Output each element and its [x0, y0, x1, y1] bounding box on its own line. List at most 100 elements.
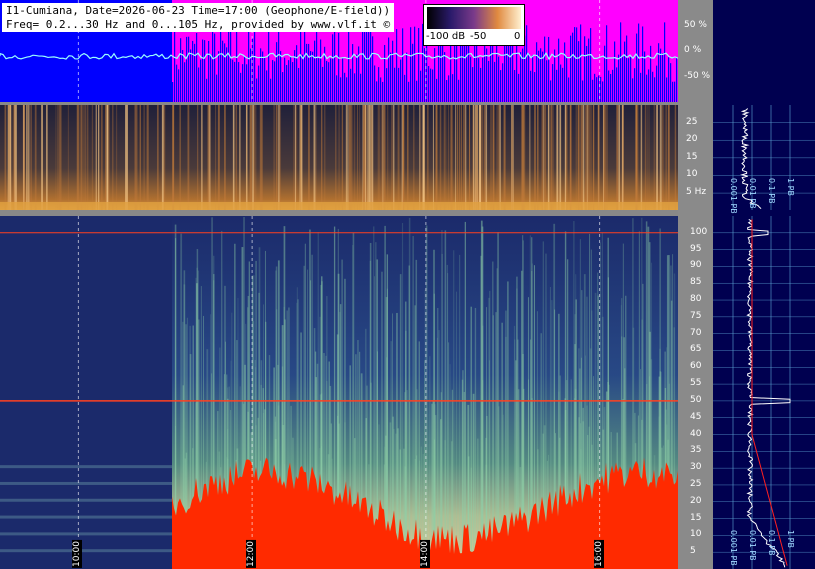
level-bar	[624, 41, 626, 102]
main-tick-label: 20	[690, 495, 702, 506]
level-bar	[344, 72, 346, 102]
low-vertical-streak	[450, 105, 452, 210]
level-bar	[660, 48, 662, 102]
level-bar	[318, 58, 320, 102]
level-bar	[430, 68, 432, 102]
level-bar	[604, 45, 606, 102]
level-bar	[670, 63, 672, 102]
low-vertical-streak	[324, 105, 326, 210]
level-bar	[536, 42, 538, 102]
low-vertical-streak	[544, 105, 547, 210]
level-bar	[408, 81, 410, 102]
level-bar	[326, 60, 328, 102]
level-bar	[626, 35, 628, 103]
low-vertical-streak	[320, 105, 323, 210]
main-tick-label: 95	[690, 243, 702, 254]
low-vertical-streak	[522, 105, 524, 210]
colorbar-mid-label: -50	[470, 31, 487, 42]
low-vertical-streak	[543, 105, 545, 210]
low-vertical-streak	[161, 105, 164, 210]
colorbar-max-label: 0	[514, 31, 521, 42]
level-bar	[440, 39, 442, 102]
low-vertical-streak	[588, 105, 590, 210]
low-vertical-streak	[23, 105, 25, 210]
level-bar	[610, 73, 612, 102]
level-bar	[650, 45, 652, 102]
level-bar	[176, 64, 178, 102]
low-vertical-streak	[116, 105, 118, 210]
level-bar	[630, 57, 632, 102]
low-tick-label: 20	[686, 134, 698, 145]
low-vertical-streak	[55, 105, 57, 210]
low-vertical-streak	[136, 105, 138, 210]
level-bar	[348, 22, 350, 102]
level-bar	[310, 51, 312, 102]
low-vertical-streak	[387, 105, 389, 210]
low-vertical-streak	[523, 105, 526, 210]
level-bar	[354, 73, 356, 102]
side-background	[713, 0, 815, 569]
level-bar	[206, 78, 208, 102]
level-bar	[444, 52, 446, 102]
main-tick-label: 100	[690, 226, 708, 237]
low-vertical-streak	[435, 105, 438, 210]
level-bar	[334, 29, 336, 102]
low-vertical-streak	[590, 105, 592, 210]
low-vertical-streak	[569, 105, 571, 210]
low-vertical-streak	[503, 105, 505, 210]
level-bar	[486, 48, 488, 102]
left-band	[0, 498, 172, 502]
level-bar	[246, 64, 248, 102]
low-vertical-streak	[423, 105, 425, 210]
level-bar	[364, 28, 366, 102]
low-vertical-streak	[294, 105, 297, 210]
level-bar	[304, 30, 306, 102]
level-bar	[490, 44, 492, 102]
low-vertical-streak	[105, 105, 107, 210]
left-band	[0, 515, 172, 519]
low-vertical-streak	[603, 105, 604, 210]
level-bar	[562, 67, 564, 102]
low-vertical-streak	[279, 105, 281, 210]
level-bar	[350, 68, 352, 102]
level-bar	[198, 67, 200, 102]
low-vertical-streak	[648, 105, 650, 210]
low-vertical-streak	[668, 105, 670, 210]
level-bar	[642, 26, 644, 102]
level-bar	[218, 51, 220, 102]
low-vertical-streak	[82, 105, 84, 210]
low-vertical-streak	[254, 105, 257, 210]
level-bar	[570, 35, 572, 102]
low-vertical-streak	[393, 105, 395, 210]
main-tick-label: 15	[690, 512, 702, 523]
level-bar	[480, 67, 482, 102]
low-vertical-streak	[217, 105, 220, 210]
level-bar	[634, 68, 636, 102]
level-bar	[352, 44, 354, 102]
low-vertical-streak	[413, 105, 415, 210]
low-vertical-streak	[559, 105, 562, 210]
level-bar	[288, 60, 290, 102]
level-bar	[238, 62, 240, 102]
level-bar	[520, 52, 522, 102]
level-bar	[584, 36, 586, 102]
level-bar	[500, 70, 502, 102]
low-tick-label: 15	[686, 151, 698, 162]
level-bar	[488, 60, 490, 102]
level-bar	[196, 32, 198, 103]
level-bar	[544, 36, 546, 102]
level-bar	[600, 76, 602, 102]
low-vertical-streak	[307, 105, 310, 210]
level-bar	[496, 38, 498, 102]
level-bar	[274, 61, 276, 102]
level-bar	[242, 64, 244, 102]
level-bar	[582, 80, 584, 102]
level-bar	[526, 25, 528, 102]
level-bar	[482, 57, 484, 102]
low-vertical-streak	[456, 105, 459, 210]
level-bar	[376, 81, 378, 102]
level-bar	[596, 77, 598, 102]
level-bar	[556, 69, 558, 102]
left-band	[0, 532, 172, 536]
colorbar-legend: -100 dB -50 0	[423, 4, 525, 46]
